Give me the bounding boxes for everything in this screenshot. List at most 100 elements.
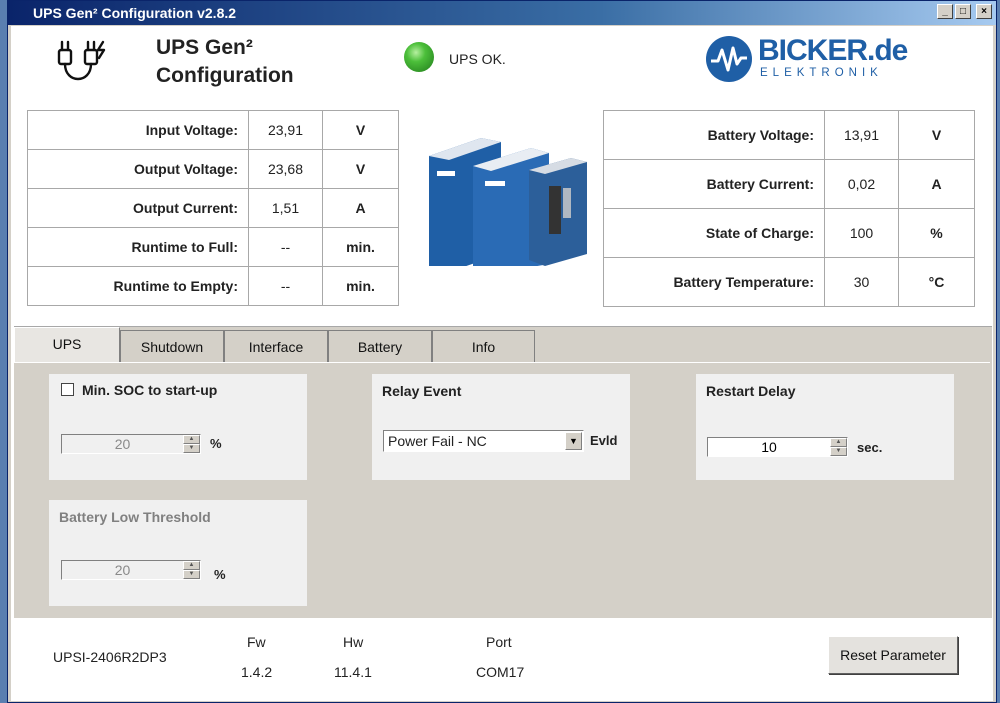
app-title-line1: UPS Gen² [156, 36, 253, 59]
battery-low-group: Battery Low Threshold 20 ▲ ▼ % [49, 500, 307, 606]
battery-low-value: 20 [114, 562, 131, 578]
status-footer: UPSI-2406R2DP3 Fw 1.4.2 Hw 11.4.1 Port C… [11, 621, 993, 701]
tab-shutdown[interactable]: Shutdown [120, 330, 224, 362]
window-title: UPS Gen² Configuration v2.8.2 [33, 5, 237, 21]
table-row: Battery Temperature: 30 °C [603, 257, 975, 307]
restart-delay-group: Restart Delay 10 ▲ ▼ sec. [696, 374, 954, 480]
battery-low-label: Battery Low Threshold [59, 509, 211, 525]
min-soc-value: 20 [114, 436, 131, 452]
close-button[interactable]: × [976, 4, 992, 19]
min-soc-label: Min. SOC to start-up [82, 382, 218, 398]
row-value: 23,68 [248, 149, 323, 189]
restart-delay-label: Restart Delay [706, 383, 796, 399]
desktop-background-left [0, 0, 7, 703]
table-row: Runtime to Full: -- min. [27, 227, 399, 267]
spin-up-icon[interactable]: ▲ [830, 438, 847, 447]
table-row: State of Charge: 100 % [603, 208, 975, 258]
row-unit: A [898, 159, 975, 209]
row-unit: min. [322, 266, 399, 306]
row-label: Battery Temperature: [603, 257, 825, 307]
spin-up-icon[interactable]: ▲ [183, 435, 200, 444]
row-value: 0,02 [824, 159, 899, 209]
tab-info[interactable]: Info [432, 330, 535, 362]
tab-interface[interactable]: Interface [224, 330, 328, 362]
tab-ups[interactable]: UPS [14, 327, 120, 363]
restart-delay-value: 10 [761, 439, 777, 455]
hw-value: 11.4.1 [334, 664, 372, 680]
row-unit: V [322, 149, 399, 189]
spin-down-icon[interactable]: ▼ [183, 570, 200, 579]
table-row: Runtime to Empty: -- min. [27, 266, 399, 306]
battery-values-table: Battery Voltage: 13,91 V Battery Current… [603, 110, 975, 307]
spin-down-icon[interactable]: ▼ [183, 444, 200, 453]
table-row: Output Current: 1,51 A [27, 188, 399, 228]
battery-low-unit: % [214, 567, 226, 582]
restart-delay-unit: sec. [857, 440, 883, 455]
table-row: Output Voltage: 23,68 V [27, 149, 399, 189]
row-unit: % [898, 208, 975, 258]
row-unit: A [322, 188, 399, 228]
logo-name: BICKER.de [758, 34, 908, 67]
row-unit: min. [322, 227, 399, 267]
spin-up-icon[interactable]: ▲ [183, 561, 200, 570]
port-value: COM17 [476, 664, 525, 680]
row-label: Input Voltage: [27, 110, 249, 150]
table-row: Battery Voltage: 13,91 V [603, 110, 975, 160]
app-window: UPS Gen² Configuration v2.8.2 _ □ × UPS … [7, 0, 997, 703]
row-label: Runtime to Full: [27, 227, 249, 267]
restart-delay-spinner[interactable]: 10 ▲ ▼ [707, 437, 848, 457]
company-logo: BICKER.de ELEKTRONIK [706, 34, 946, 84]
relay-event-selected: Power Fail - NC [388, 433, 487, 449]
title-bar[interactable]: UPS Gen² Configuration v2.8.2 _ □ × [8, 1, 996, 25]
table-row: Input Voltage: 23,91 V [27, 110, 399, 150]
maximize-button[interactable]: □ [955, 4, 971, 19]
ups-status-text: UPS OK. [449, 51, 506, 67]
product-image [429, 138, 587, 266]
relay-event-group: Relay Event Power Fail - NC ▼ Evld [372, 374, 630, 480]
status-led-icon [404, 42, 434, 72]
row-value: 23,91 [248, 110, 323, 150]
min-soc-spinner[interactable]: 20 ▲ ▼ [61, 434, 201, 454]
row-unit: V [898, 110, 975, 160]
relay-event-label: Relay Event [382, 383, 462, 399]
min-soc-group: Min. SOC to start-up 20 ▲ ▼ % [49, 374, 307, 480]
spin-down-icon[interactable]: ▼ [830, 447, 847, 456]
relay-event-select[interactable]: Power Fail - NC ▼ [383, 430, 584, 452]
row-value: -- [248, 266, 323, 306]
row-value: 100 [824, 208, 899, 258]
row-unit: V [322, 110, 399, 150]
ups-tab-panel: Min. SOC to start-up 20 ▲ ▼ % Battery Lo… [14, 362, 990, 619]
output-values-table: Input Voltage: 23,91 V Output Voltage: 2… [27, 110, 399, 306]
row-unit: °C [898, 257, 975, 307]
table-row: Battery Current: 0,02 A [603, 159, 975, 209]
row-value: 1,51 [248, 188, 323, 228]
app-title: UPS Gen² Configuration [156, 34, 294, 90]
min-soc-unit: % [210, 436, 222, 451]
device-model: UPSI-2406R2DP3 [53, 649, 167, 665]
row-value: 13,91 [824, 110, 899, 160]
settings-tab-control: UPS Shutdown Interface Battery Info Min.… [14, 326, 992, 618]
logo-subtitle: ELEKTRONIK [760, 67, 883, 79]
fw-label: Fw [247, 634, 266, 650]
port-label: Port [486, 634, 512, 650]
reset-parameter-button[interactable]: Reset Parameter [828, 636, 958, 674]
minimize-button[interactable]: _ [937, 4, 953, 19]
row-label: Battery Current: [603, 159, 825, 209]
chevron-down-icon[interactable]: ▼ [565, 432, 582, 450]
row-value: -- [248, 227, 323, 267]
row-label: Runtime to Empty: [27, 266, 249, 306]
min-soc-checkbox[interactable] [61, 383, 74, 396]
logo-wave-icon [706, 36, 752, 82]
relay-event-suffix: Evld [590, 433, 618, 448]
hw-label: Hw [343, 634, 364, 650]
power-plug-icon [57, 40, 106, 81]
row-label: State of Charge: [603, 208, 825, 258]
row-label: Output Voltage: [27, 149, 249, 189]
main-content: UPS Gen² Configuration UPS OK. BICKER.de… [11, 26, 993, 701]
row-label: Battery Voltage: [603, 110, 825, 160]
row-value: 30 [824, 257, 899, 307]
battery-low-spinner[interactable]: 20 ▲ ▼ [61, 560, 201, 580]
fw-value: 1.4.2 [241, 664, 273, 680]
tab-battery[interactable]: Battery [328, 330, 432, 362]
row-label: Output Current: [27, 188, 249, 228]
